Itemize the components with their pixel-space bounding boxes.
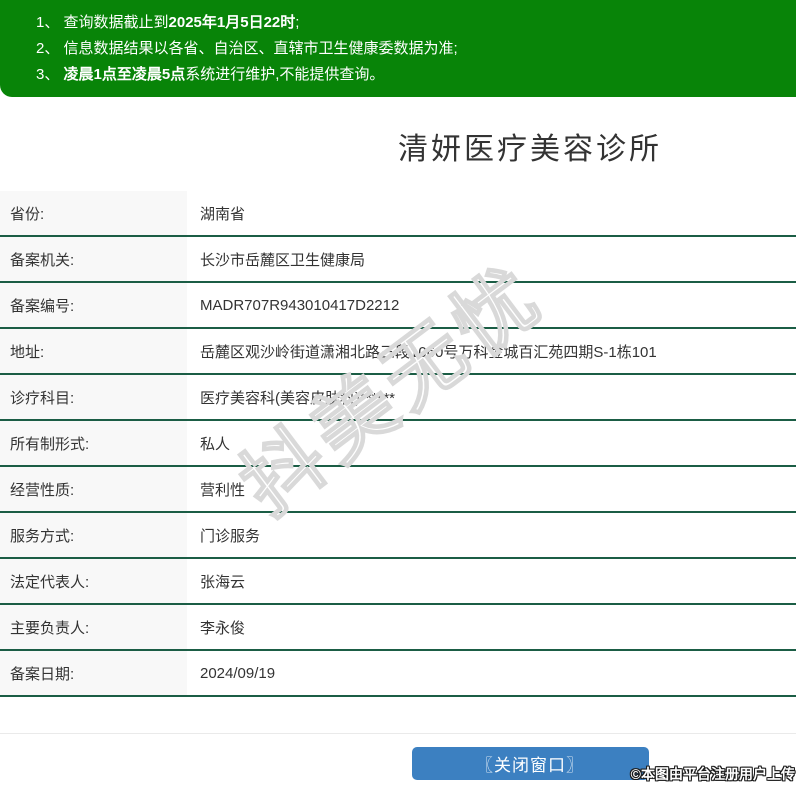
upload-stamp: ©本图由平台注册用户上传 (631, 764, 795, 784)
field-label: 省份: (0, 191, 187, 235)
field-value: 李永俊 (187, 605, 245, 649)
info-table: 省份:湖南省备案机关:长沙市岳麓区卫生健康局备案编号:MADR707R94301… (0, 191, 796, 697)
field-value: 营利性 (187, 467, 245, 511)
notice-text: 系统进行维护,不能提供查询。 (185, 66, 384, 83)
table-row: 诊疗科目:医疗美容科(美容皮肤科)****** (0, 375, 796, 421)
page-title: 清妍医疗美容诊所 (0, 124, 796, 168)
notice-banner: 1、 查询数据截止到2025年1月5日22时; 2、 信息数据结果以各省、自治区… (0, 0, 796, 97)
table-row: 备案编号:MADR707R943010417D2212 (0, 283, 796, 329)
field-label: 地址: (0, 329, 187, 373)
field-value: 2024/09/19 (187, 651, 275, 695)
notice-bold-text: 2025年1月5日22时 (169, 14, 296, 31)
field-label: 经营性质: (0, 467, 187, 511)
notice-text: ; (295, 14, 299, 31)
notice-text: 1、 查询数据截止到 (36, 14, 169, 31)
table-row: 备案机关:长沙市岳麓区卫生健康局 (0, 237, 796, 283)
table-row: 法定代表人:张海云 (0, 559, 796, 605)
field-label: 主要负责人: (0, 605, 187, 649)
field-label: 备案日期: (0, 651, 187, 695)
table-row: 服务方式:门诊服务 (0, 513, 796, 559)
table-row: 地址:岳麓区观沙岭街道潇湘北路三段1060号万科金城百汇苑四期S-1栋101 (0, 329, 796, 375)
field-label: 备案编号: (0, 283, 187, 327)
field-label: 诊疗科目: (0, 375, 187, 419)
field-label: 所有制形式: (0, 421, 187, 465)
field-value: MADR707R943010417D2212 (187, 283, 399, 327)
field-label: 备案机关: (0, 237, 187, 281)
field-value: 门诊服务 (187, 513, 260, 557)
field-label: 法定代表人: (0, 559, 187, 603)
table-row: 省份:湖南省 (0, 191, 796, 237)
notice-line-2: 2、 信息数据结果以各省、自治区、直辖市卫生健康委数据为准; (36, 36, 796, 62)
field-value: 张海云 (187, 559, 245, 603)
field-value: 医疗美容科(美容皮肤科)****** (187, 375, 395, 419)
notice-line-1: 1、 查询数据截止到2025年1月5日22时; (36, 10, 796, 36)
close-window-button[interactable]: 〖关闭窗口〗 (412, 747, 649, 780)
field-value: 湖南省 (187, 191, 245, 235)
notice-line-3: 3、 凌晨1点至凌晨5点系统进行维护,不能提供查询。 (36, 62, 796, 88)
table-row: 主要负责人:李永俊 (0, 605, 796, 651)
notice-text: 3、 (36, 66, 64, 83)
table-row: 经营性质:营利性 (0, 467, 796, 513)
field-value: 私人 (187, 421, 230, 465)
table-row: 所有制形式:私人 (0, 421, 796, 467)
field-value: 长沙市岳麓区卫生健康局 (187, 237, 365, 281)
field-value: 岳麓区观沙岭街道潇湘北路三段1060号万科金城百汇苑四期S-1栋101 (187, 329, 657, 373)
field-label: 服务方式: (0, 513, 187, 557)
notice-bold-text: 凌晨1点至凌晨5点 (64, 66, 186, 83)
content-area: 清妍医疗美容诊所 省份:湖南省备案机关:长沙市岳麓区卫生健康局备案编号:MADR… (0, 97, 796, 697)
table-row: 备案日期:2024/09/19 (0, 651, 796, 697)
notice-text: 2、 信息数据结果以各省、自治区、直辖市卫生健康委数据为准; (36, 40, 458, 57)
